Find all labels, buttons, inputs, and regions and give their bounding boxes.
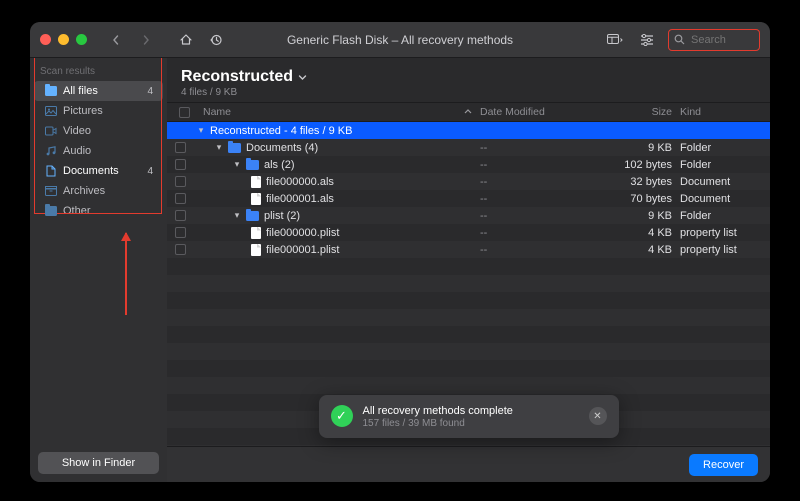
row-checkbox[interactable] [175,159,186,170]
chevron-down-icon [298,73,307,82]
sidebar-item-label: Video [63,125,91,137]
row-checkbox[interactable] [175,244,186,255]
main-title[interactable]: Reconstructed [181,68,756,86]
folder-icon [246,160,259,170]
recover-button[interactable]: Recover [689,454,758,476]
archive-icon [44,185,57,198]
audio-icon [44,145,57,158]
row-checkbox[interactable] [175,193,186,204]
sidebar-item-label: Archives [63,185,105,197]
show-in-finder-button[interactable]: Show in Finder [38,452,159,474]
sidebar-item-count: 4 [147,86,153,97]
sidebar-item-label: Pictures [63,105,103,117]
document-icon [251,176,261,188]
document-icon [44,165,57,178]
sidebar-item-audio[interactable]: Audio [34,141,163,161]
window-controls [40,34,87,45]
table-header: Name Date Modified Size Kind [167,102,770,122]
table-row[interactable]: file000000.plist -- 4 KB property list [167,224,770,241]
row-checkbox[interactable] [175,227,186,238]
toast-title: All recovery methods complete [363,404,513,418]
table-row[interactable]: ▾Documents (4) -- 9 KB Folder [167,139,770,156]
sidebar-section-title: Scan results [30,58,167,81]
titlebar: Generic Flash Disk – All recovery method… [30,22,770,58]
table-row[interactable]: file000001.plist -- 4 KB property list [167,241,770,258]
column-kind[interactable]: Kind [680,106,770,118]
column-size[interactable]: Size [600,106,680,118]
sidebar-item-label: Other [63,205,91,217]
main-panel: Reconstructed 4 files / 9 KB Name Date M… [167,58,770,482]
document-icon [251,244,261,256]
sidebar-item-video[interactable]: Video [34,121,163,141]
video-icon [44,125,57,138]
search-input[interactable] [689,33,754,47]
back-button[interactable] [105,29,127,51]
sidebar: Scan results All files 4 Pictures Video … [30,58,167,482]
table-row[interactable]: ▾als (2) -- 102 bytes Folder [167,156,770,173]
sidebar-item-label: Audio [63,145,91,157]
toast-close-button[interactable]: ✕ [589,407,607,425]
table-row[interactable]: file000000.als -- 32 bytes Document [167,173,770,190]
sidebar-item-all-files[interactable]: All files 4 [34,81,163,101]
folder-icon [44,205,57,218]
folder-icon [228,143,241,153]
close-window-button[interactable] [40,34,51,45]
column-name[interactable]: Name [197,106,480,118]
sort-indicator-icon [464,108,472,116]
home-button[interactable] [175,29,197,51]
history-button[interactable] [205,29,227,51]
folder-icon [246,211,259,221]
image-icon [44,105,57,118]
row-checkbox[interactable] [175,210,186,221]
table-row[interactable]: ▾Reconstructed - 4 files / 9 KB [167,122,770,139]
footer: Recover [167,446,770,482]
view-mode-button[interactable] [604,29,626,51]
main-title-text: Reconstructed [181,68,293,86]
select-all-checkbox[interactable] [179,107,190,118]
sidebar-item-pictures[interactable]: Pictures [34,101,163,121]
forward-button[interactable] [135,29,157,51]
folder-icon [44,85,57,98]
sidebar-item-other[interactable]: Other [34,201,163,221]
checkmark-icon: ✓ [331,405,353,427]
sidebar-item-archives[interactable]: Archives [34,181,163,201]
toast-subtitle: 157 files / 39 MB found [363,418,513,429]
annotation-arrow [125,233,127,315]
minimize-window-button[interactable] [58,34,69,45]
table-row[interactable]: file000001.als -- 70 bytes Document [167,190,770,207]
sidebar-item-label: All files [63,85,98,97]
sidebar-item-label: Documents [63,165,119,177]
document-icon [251,193,261,205]
document-icon [251,227,261,239]
table-row[interactable]: ▾plist (2) -- 9 KB Folder [167,207,770,224]
sidebar-item-count: 4 [147,166,153,177]
search-box[interactable] [668,29,760,51]
zoom-window-button[interactable] [76,34,87,45]
search-icon [674,34,685,45]
row-checkbox[interactable] [175,142,186,153]
column-date[interactable]: Date Modified [480,106,600,118]
filter-button[interactable] [636,29,658,51]
main-subtitle: 4 files / 9 KB [181,87,756,98]
app-window: Generic Flash Disk – All recovery method… [30,22,770,482]
row-checkbox[interactable] [175,176,186,187]
completion-toast: ✓ All recovery methods complete 157 file… [319,395,619,438]
sidebar-item-documents[interactable]: Documents 4 [34,161,163,181]
